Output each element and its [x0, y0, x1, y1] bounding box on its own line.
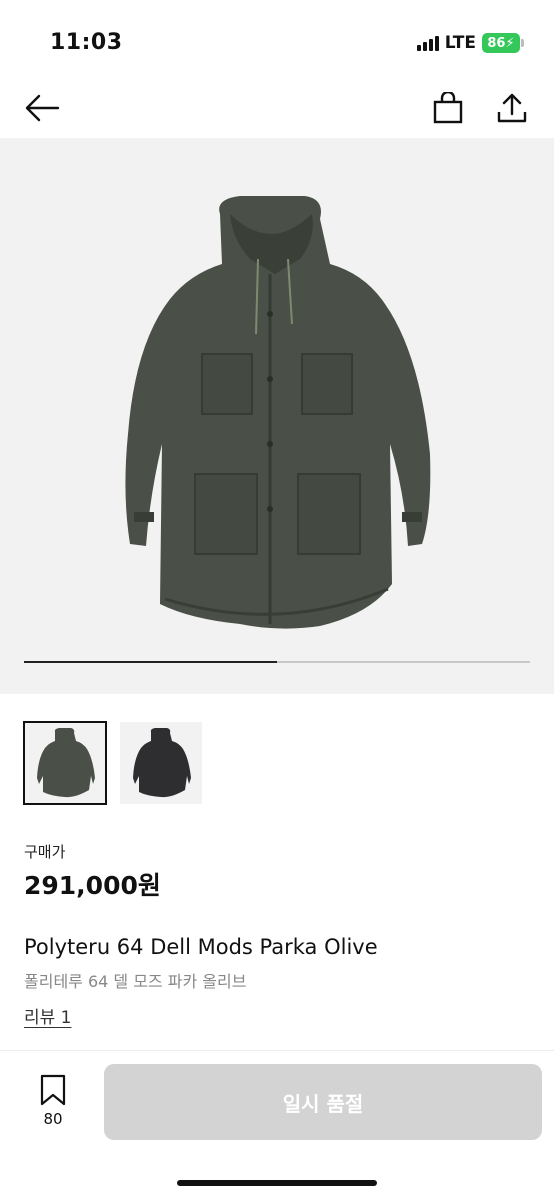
status-indicators: LTE 86⚡: [416, 33, 524, 53]
arrow-left-icon: [25, 94, 60, 122]
product-title: Polyteru 64 Dell Mods Parka Olive: [24, 935, 378, 959]
product-subtitle: 폴리테루 64 델 모즈 파카 올리브: [24, 972, 247, 991]
cellular-signal-icon: [416, 35, 439, 51]
thumbnail-black[interactable]: [120, 722, 202, 804]
shopping-bag-button[interactable]: [428, 88, 468, 128]
nav-bar: [0, 80, 554, 138]
status-bar: 11:03 LTE 86⚡: [0, 0, 554, 80]
jacket-thumbnail-black: [133, 728, 191, 798]
share-button[interactable]: [492, 88, 532, 128]
bookmark-icon: [40, 1074, 66, 1106]
review-link[interactable]: 리뷰 1: [24, 1003, 72, 1028]
battery-level: 86⚡: [487, 35, 515, 51]
image-progress-fill: [24, 661, 277, 663]
bottom-divider: [0, 1050, 554, 1051]
price-label: 구매가: [24, 843, 66, 861]
price-value: 291,000원: [24, 871, 161, 900]
home-indicator: [177, 1180, 377, 1186]
shopping-bag-icon: [433, 92, 463, 124]
jacket-image: [125, 196, 431, 629]
sold-out-button[interactable]: 일시 품절: [104, 1064, 542, 1140]
back-button[interactable]: [22, 88, 62, 128]
jacket-thumbnail-olive: [37, 728, 95, 798]
image-progress-bar: [24, 661, 530, 663]
bookmark-button[interactable]: 80: [28, 1074, 78, 1128]
thumbnail-list: [23, 721, 202, 805]
battery-icon: 86⚡: [482, 33, 524, 53]
product-image-carousel[interactable]: [0, 138, 554, 694]
thumbnail-olive[interactable]: [23, 721, 107, 805]
network-type: LTE: [444, 33, 476, 53]
share-icon: [497, 93, 527, 123]
bookmark-count: 80: [43, 1110, 63, 1128]
status-time: 11:03: [50, 30, 123, 55]
